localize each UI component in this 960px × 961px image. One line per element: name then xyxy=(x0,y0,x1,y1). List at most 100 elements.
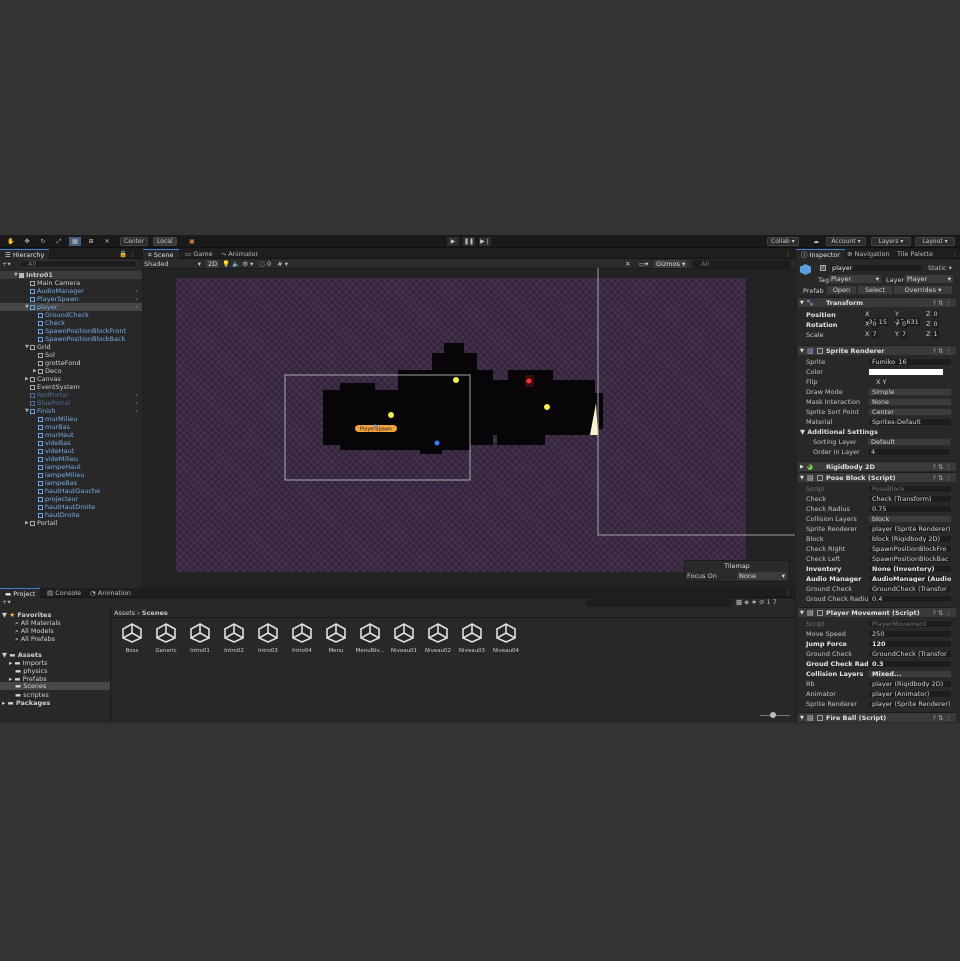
rotation-y-field[interactable]: Y 0 xyxy=(895,320,923,328)
order-in-layer-field[interactable]: Order in Layer 4 xyxy=(813,448,956,457)
fold-arrow-icon[interactable]: ▶ xyxy=(800,462,804,472)
transform-header[interactable]: ▼ ⤡ Transform ? ⇅ ⋮ xyxy=(798,297,956,307)
favorites-header[interactable]: ▼ ★ Favorites xyxy=(2,611,51,619)
component-tools-icon[interactable]: ? ⇅ ⋮ xyxy=(932,713,952,723)
folder-item[interactable]: ▬ physics xyxy=(15,667,47,675)
fold-arrow-icon[interactable]: ▼ xyxy=(800,473,804,483)
tab-console[interactable]: ▤ Console xyxy=(42,588,86,598)
inspector-menu-icon[interactable]: ⋮ xyxy=(952,250,959,258)
project-filter-icons[interactable]: ▩◈★⊘17 xyxy=(736,598,779,606)
draw-mode-field[interactable]: Draw Mode Simple xyxy=(806,388,956,397)
component-enabled-checkbox[interactable] xyxy=(817,348,823,354)
breadcrumb-scenes[interactable]: Scenes xyxy=(142,609,168,617)
project-menu-icon[interactable]: ⋮ xyxy=(785,589,792,597)
fold-arrow-icon[interactable]: ▼ xyxy=(800,346,804,356)
ground-check-field[interactable]: Ground Check GroundCheck (Transfor xyxy=(806,585,956,594)
component-enabled-checkbox[interactable] xyxy=(817,715,823,721)
position-x-field[interactable]: X -36.15 xyxy=(865,310,893,326)
tab-inspector[interactable]: ⓘ Inspector xyxy=(796,249,845,259)
sprite-field[interactable]: Sprite Fumiko_16 xyxy=(806,358,956,367)
position-z-field[interactable]: Z 0 xyxy=(926,310,954,318)
ground-check-field[interactable]: Ground Check GroundCheck (Transfor xyxy=(806,650,956,659)
static-dropdown[interactable]: Static ▾ xyxy=(928,264,952,272)
scale-z-field[interactable]: Z 1 xyxy=(926,330,954,338)
tab-tile-palette[interactable]: Tile Palette xyxy=(892,249,938,259)
scene-asset[interactable]: Generic xyxy=(150,623,182,654)
fire-ball-header[interactable]: ▼ ▤ Fire Ball (Script) ? ⇅ ⋮ xyxy=(798,712,956,722)
component-tools-icon[interactable]: ? ⇅ ⋮ xyxy=(932,608,952,618)
fold-arrow-icon[interactable]: ▼ xyxy=(800,298,804,308)
assets-folder[interactable]: ▼ ▬ Assets xyxy=(2,651,42,659)
tab-project[interactable]: ▬ Project xyxy=(0,588,41,598)
scene-asset[interactable]: Niveau02 xyxy=(422,623,454,654)
rigidbody-header[interactable]: ▶ ◕ Rigidbody 2D ? ⇅ ⋮ xyxy=(798,461,956,471)
rb-field[interactable]: Rb player (Rigidbody 2D) xyxy=(806,680,956,689)
filter-by-type-icon[interactable]: ▩ xyxy=(736,598,744,606)
material-field[interactable]: Material Sprites-Default xyxy=(806,418,956,427)
component-tools-icon[interactable]: ? ⇅ ⋮ xyxy=(932,462,952,472)
color-field[interactable]: Color xyxy=(806,368,956,377)
block-field[interactable]: Block block (Rigidbody 2D) xyxy=(806,535,956,544)
check-field[interactable]: Check Check (Transform) xyxy=(806,495,956,504)
tab-animation[interactable]: ◔ Animation xyxy=(85,588,136,598)
scene-asset[interactable]: MenuNiv... xyxy=(354,623,386,654)
rotation-z-field[interactable]: Z 0 xyxy=(926,320,954,328)
sprite-renderer-ref-field[interactable]: Sprite Renderer player (Sprite Renderer) xyxy=(806,525,956,534)
active-checkbox[interactable]: ✓ xyxy=(820,265,826,271)
color-swatch[interactable] xyxy=(868,368,944,376)
component-enabled-checkbox[interactable] xyxy=(817,610,823,616)
check-left-field[interactable]: Check Left SpawnPositionBlockBac xyxy=(806,555,956,564)
packages-folder[interactable]: ▸ ▬ Packages xyxy=(2,699,50,707)
object-name-field[interactable]: player xyxy=(829,264,923,272)
scene-asset[interactable]: Niveau01 xyxy=(388,623,420,654)
component-enabled-checkbox[interactable] xyxy=(817,475,823,481)
scene-asset[interactable]: Niveau04 xyxy=(490,623,522,654)
project-search-input[interactable] xyxy=(586,599,732,607)
tab-navigation[interactable]: ⊕ Navigation xyxy=(842,249,895,259)
audio-manager-field[interactable]: Audio Manager AudioManager (AudioM xyxy=(806,575,956,584)
breadcrumb-assets[interactable]: Assets xyxy=(114,609,135,617)
groud-check-radius-field[interactable]: Groud Check Radius 0.4 xyxy=(806,595,956,604)
icon-size-slider-handle[interactable] xyxy=(770,712,776,718)
scene-asset[interactable]: Intro01 xyxy=(184,623,216,654)
mask-interaction-field[interactable]: Mask Interaction None xyxy=(806,398,956,407)
position-y-field[interactable]: Y 17.631 xyxy=(895,310,923,326)
pose-block-header[interactable]: ▼ ▤ Pose Block (Script) ? ⇅ ⋮ xyxy=(798,472,956,482)
scene-asset[interactable]: Menu xyxy=(320,623,352,654)
component-tools-icon[interactable]: ? ⇅ ⋮ xyxy=(932,346,952,356)
prefab-select-button[interactable]: Select xyxy=(858,286,892,294)
tag-dropdown[interactable]: Player ▾ xyxy=(829,275,881,283)
check-right-field[interactable]: Check Right SpawnPositionBlockFro xyxy=(806,545,956,554)
groud-check-radius-field[interactable]: Groud Check Radius 0.3 xyxy=(806,660,956,669)
collision-layers-field[interactable]: Collision Layers Mixed... xyxy=(806,670,956,679)
additional-settings-foldout[interactable]: ▼ Additional Settings xyxy=(800,428,878,436)
prefab-open-button[interactable]: Open xyxy=(827,286,856,294)
scene-asset[interactable]: Intro02 xyxy=(218,623,250,654)
scene-asset[interactable]: Boss xyxy=(116,623,148,654)
jump-force-field[interactable]: Jump Force 120 xyxy=(806,640,956,649)
prefab-overrides-dropdown[interactable]: Overrides ▾ xyxy=(894,286,952,294)
sprite-renderer-ref-field[interactable]: Sprite Renderer player (Sprite Renderer) xyxy=(806,700,956,709)
scale-x-field[interactable]: X 7 xyxy=(865,330,893,338)
sorting-layer-field[interactable]: Sorting Layer Default xyxy=(813,438,956,447)
rotation-x-field[interactable]: X 0 xyxy=(865,320,893,328)
create-asset-button[interactable]: +▾ xyxy=(2,598,11,606)
scene-asset[interactable]: Intro04 xyxy=(286,623,318,654)
inventory-field[interactable]: Inventory None (Inventory) xyxy=(806,565,956,574)
player-movement-header[interactable]: ▼ ▤ Player Movement (Script) ? ⇅ ⋮ xyxy=(798,607,956,617)
focus-on-dropdown[interactable]: None ▾ xyxy=(737,572,787,580)
move-speed-field[interactable]: Move Speed 250 xyxy=(806,630,956,639)
sprite-renderer-header[interactable]: ▼ ▧ Sprite Renderer ? ⇅ ⋮ xyxy=(798,345,956,355)
scale-y-field[interactable]: Y 7 xyxy=(895,330,923,338)
fold-arrow-icon[interactable]: ▼ xyxy=(800,713,804,723)
component-tools-icon[interactable]: ? ⇅ ⋮ xyxy=(932,298,952,308)
favorite-star-icon[interactable]: ★ xyxy=(751,598,759,606)
folder-item[interactable]: ▸ ▬ Imports xyxy=(9,659,48,667)
scene-asset[interactable]: Intro03 xyxy=(252,623,284,654)
animator-field[interactable]: Animator player (Animator) xyxy=(806,690,956,699)
folder-item-selected[interactable]: ▬ Scenes xyxy=(0,682,110,690)
folder-item[interactable]: ▬ scriptes xyxy=(15,691,49,699)
sprite-sort-point-field[interactable]: Sprite Sort Point Center xyxy=(806,408,956,417)
flip-field[interactable]: Flip X Y xyxy=(806,378,956,387)
component-tools-icon[interactable]: ? ⇅ ⋮ xyxy=(932,473,952,483)
